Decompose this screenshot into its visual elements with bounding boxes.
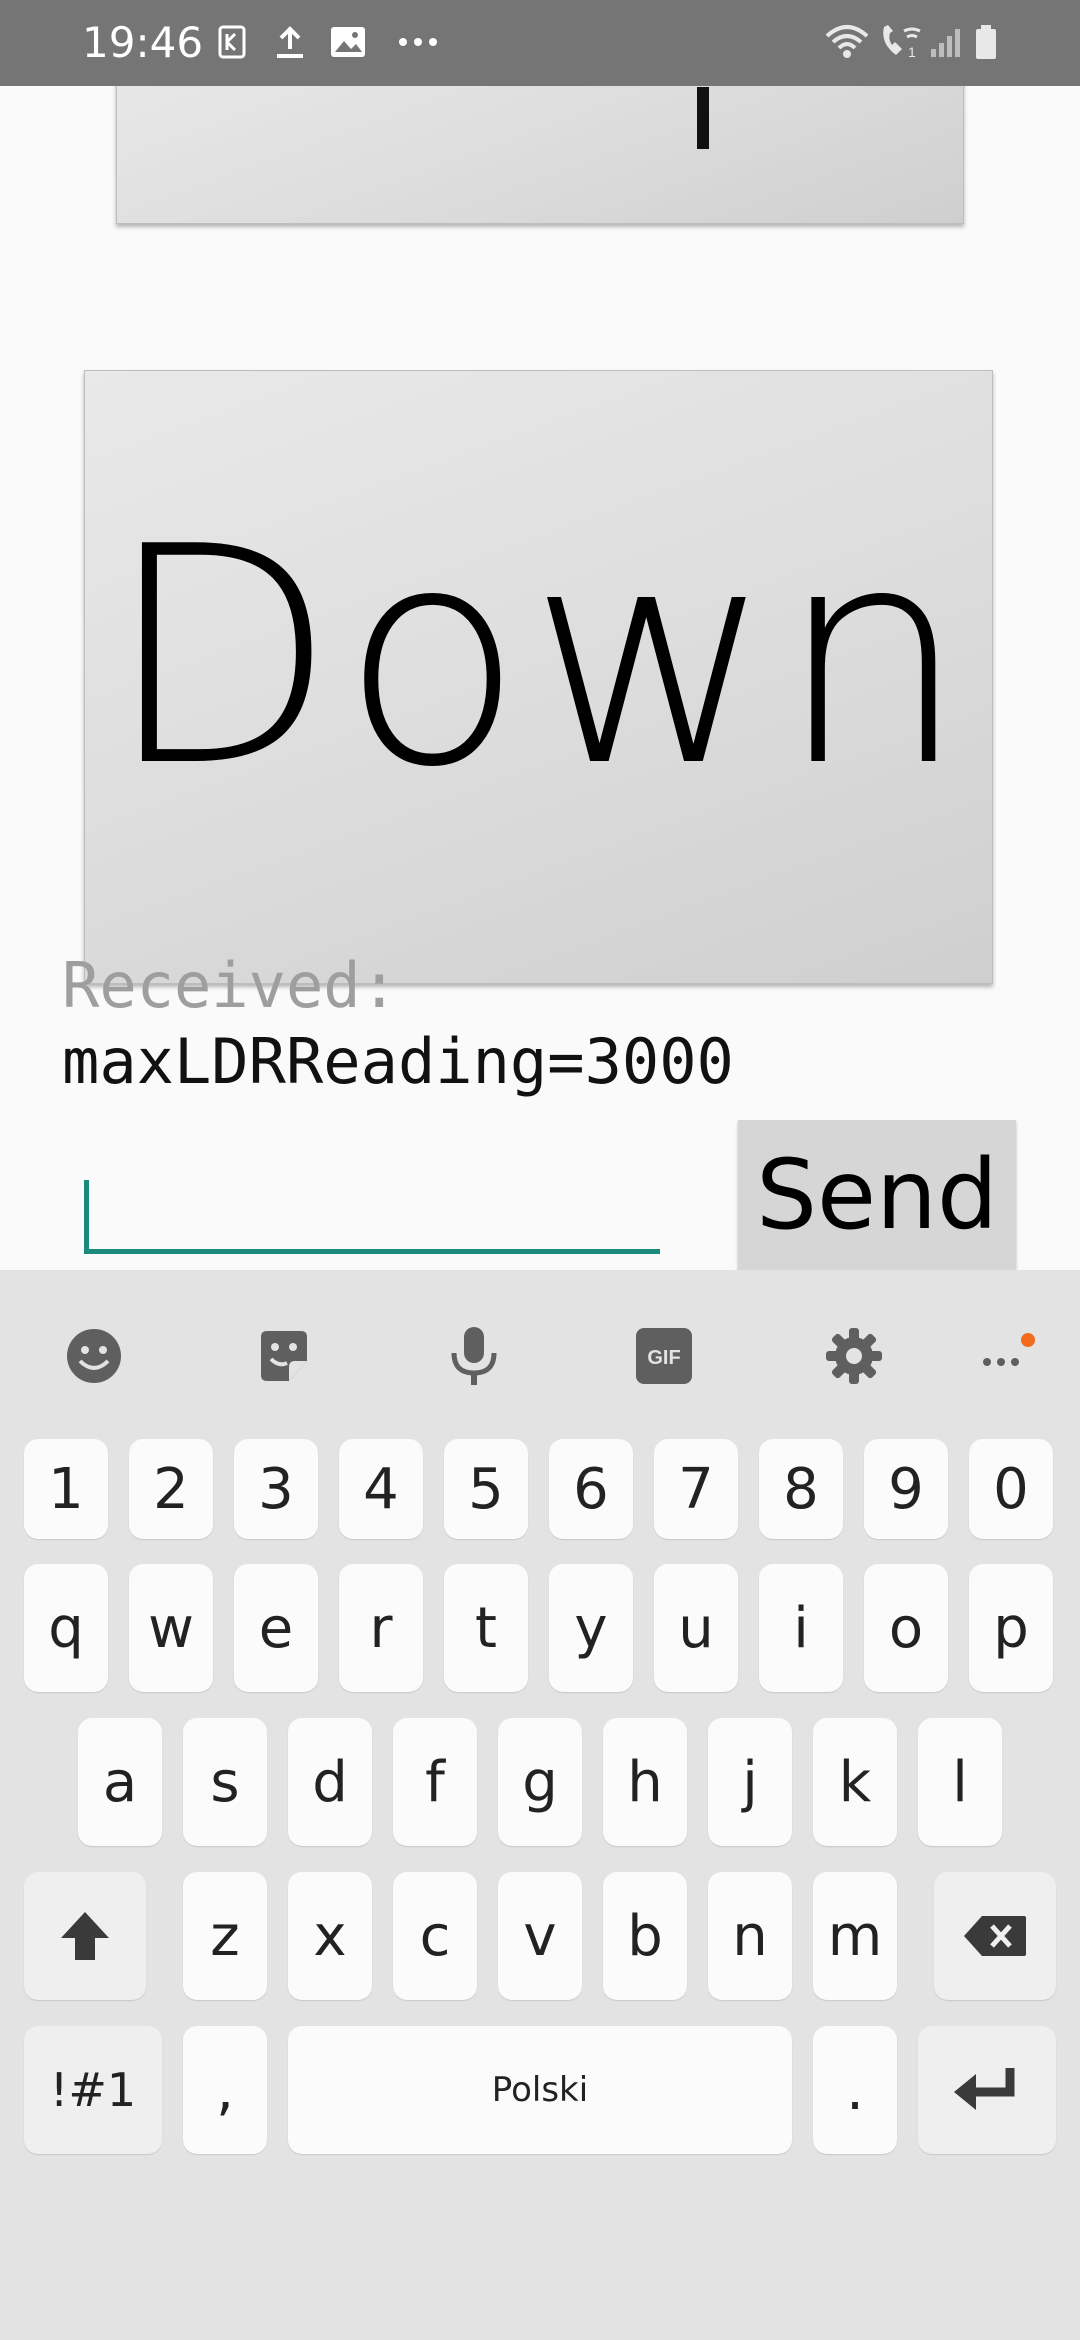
battery-icon bbox=[968, 22, 1004, 62]
microphone-icon[interactable] bbox=[436, 1318, 512, 1394]
k-notification-icon bbox=[212, 22, 252, 62]
period-key[interactable]: . bbox=[813, 2026, 897, 2154]
shift-icon bbox=[61, 1912, 109, 1960]
status-time: 19:46 bbox=[82, 18, 204, 67]
send-button[interactable]: Send bbox=[738, 1120, 1016, 1270]
up-button-label-fragment bbox=[697, 87, 709, 149]
key-b[interactable]: b bbox=[603, 1872, 687, 2000]
status-bar: 19:46 1 bbox=[0, 0, 1080, 86]
enter-key[interactable] bbox=[918, 2026, 1056, 2154]
key-p[interactable]: p bbox=[969, 1564, 1053, 1692]
image-icon bbox=[328, 22, 368, 62]
key-7[interactable]: 7 bbox=[654, 1439, 738, 1539]
key-w[interactable]: w bbox=[129, 1564, 213, 1692]
key-1[interactable]: 1 bbox=[24, 1439, 108, 1539]
text-cursor bbox=[84, 1180, 89, 1252]
app-content: Down Received: maxLDRReading=3000 Send bbox=[0, 86, 1080, 1270]
more-dots-icon bbox=[398, 22, 438, 62]
key-r[interactable]: r bbox=[339, 1564, 423, 1692]
key-6[interactable]: 6 bbox=[549, 1439, 633, 1539]
wifi-calling-icon: 1 bbox=[876, 22, 926, 62]
emoji-icon[interactable] bbox=[56, 1318, 132, 1394]
key-5[interactable]: 5 bbox=[444, 1439, 528, 1539]
key-0[interactable]: 0 bbox=[969, 1439, 1053, 1539]
enter-icon bbox=[954, 2068, 1015, 2110]
comma-key[interactable]: , bbox=[183, 2026, 267, 2154]
send-button-label: Send bbox=[756, 1139, 998, 1251]
key-a[interactable]: a bbox=[78, 1718, 162, 1846]
key-u[interactable]: u bbox=[654, 1564, 738, 1692]
backspace-icon bbox=[964, 1916, 1026, 1956]
key-2[interactable]: 2 bbox=[129, 1439, 213, 1539]
key-l[interactable]: l bbox=[918, 1718, 1002, 1846]
key-o[interactable]: o bbox=[864, 1564, 948, 1692]
key-m[interactable]: m bbox=[813, 1872, 897, 2000]
key-d[interactable]: d bbox=[288, 1718, 372, 1846]
key-y[interactable]: y bbox=[549, 1564, 633, 1692]
gif-label: GIF bbox=[647, 1347, 680, 1369]
key-e[interactable]: e bbox=[234, 1564, 318, 1692]
message-input[interactable] bbox=[84, 1158, 660, 1254]
key-t[interactable]: t bbox=[444, 1564, 528, 1692]
key-4[interactable]: 4 bbox=[339, 1439, 423, 1539]
symbols-key[interactable]: !#1 bbox=[24, 2026, 162, 2154]
key-h[interactable]: h bbox=[603, 1718, 687, 1846]
received-text: Received: maxLDRReading=3000 bbox=[62, 948, 734, 1100]
more-options-icon[interactable] bbox=[960, 1318, 1060, 1394]
space-key[interactable]: Polski bbox=[288, 2026, 792, 2154]
received-label: Received: bbox=[62, 949, 398, 1022]
key-g[interactable]: g bbox=[498, 1718, 582, 1846]
wifi-icon bbox=[822, 22, 872, 62]
signal-icon bbox=[928, 22, 964, 62]
backspace-key[interactable] bbox=[934, 1872, 1056, 2000]
down-button-label: Down bbox=[105, 482, 972, 832]
svg-text:1: 1 bbox=[908, 44, 916, 60]
key-9[interactable]: 9 bbox=[864, 1439, 948, 1539]
settings-icon[interactable] bbox=[816, 1318, 892, 1394]
key-x[interactable]: x bbox=[288, 1872, 372, 2000]
sticker-icon[interactable] bbox=[246, 1318, 322, 1394]
key-f[interactable]: f bbox=[393, 1718, 477, 1846]
key-z[interactable]: z bbox=[183, 1872, 267, 2000]
upload-icon bbox=[270, 22, 310, 62]
shift-key[interactable] bbox=[24, 1872, 146, 2000]
key-c[interactable]: c bbox=[393, 1872, 477, 2000]
gif-icon[interactable]: GIF bbox=[626, 1318, 702, 1394]
key-k[interactable]: k bbox=[813, 1718, 897, 1846]
received-value: maxLDRReading=3000 bbox=[62, 1025, 734, 1098]
down-button[interactable]: Down bbox=[84, 370, 993, 984]
key-q[interactable]: q bbox=[24, 1564, 108, 1692]
key-8[interactable]: 8 bbox=[759, 1439, 843, 1539]
key-v[interactable]: v bbox=[498, 1872, 582, 2000]
key-3[interactable]: 3 bbox=[234, 1439, 318, 1539]
key-i[interactable]: i bbox=[759, 1564, 843, 1692]
key-s[interactable]: s bbox=[183, 1718, 267, 1846]
up-button[interactable] bbox=[116, 86, 964, 224]
key-j[interactable]: j bbox=[708, 1718, 792, 1846]
key-n[interactable]: n bbox=[708, 1872, 792, 2000]
